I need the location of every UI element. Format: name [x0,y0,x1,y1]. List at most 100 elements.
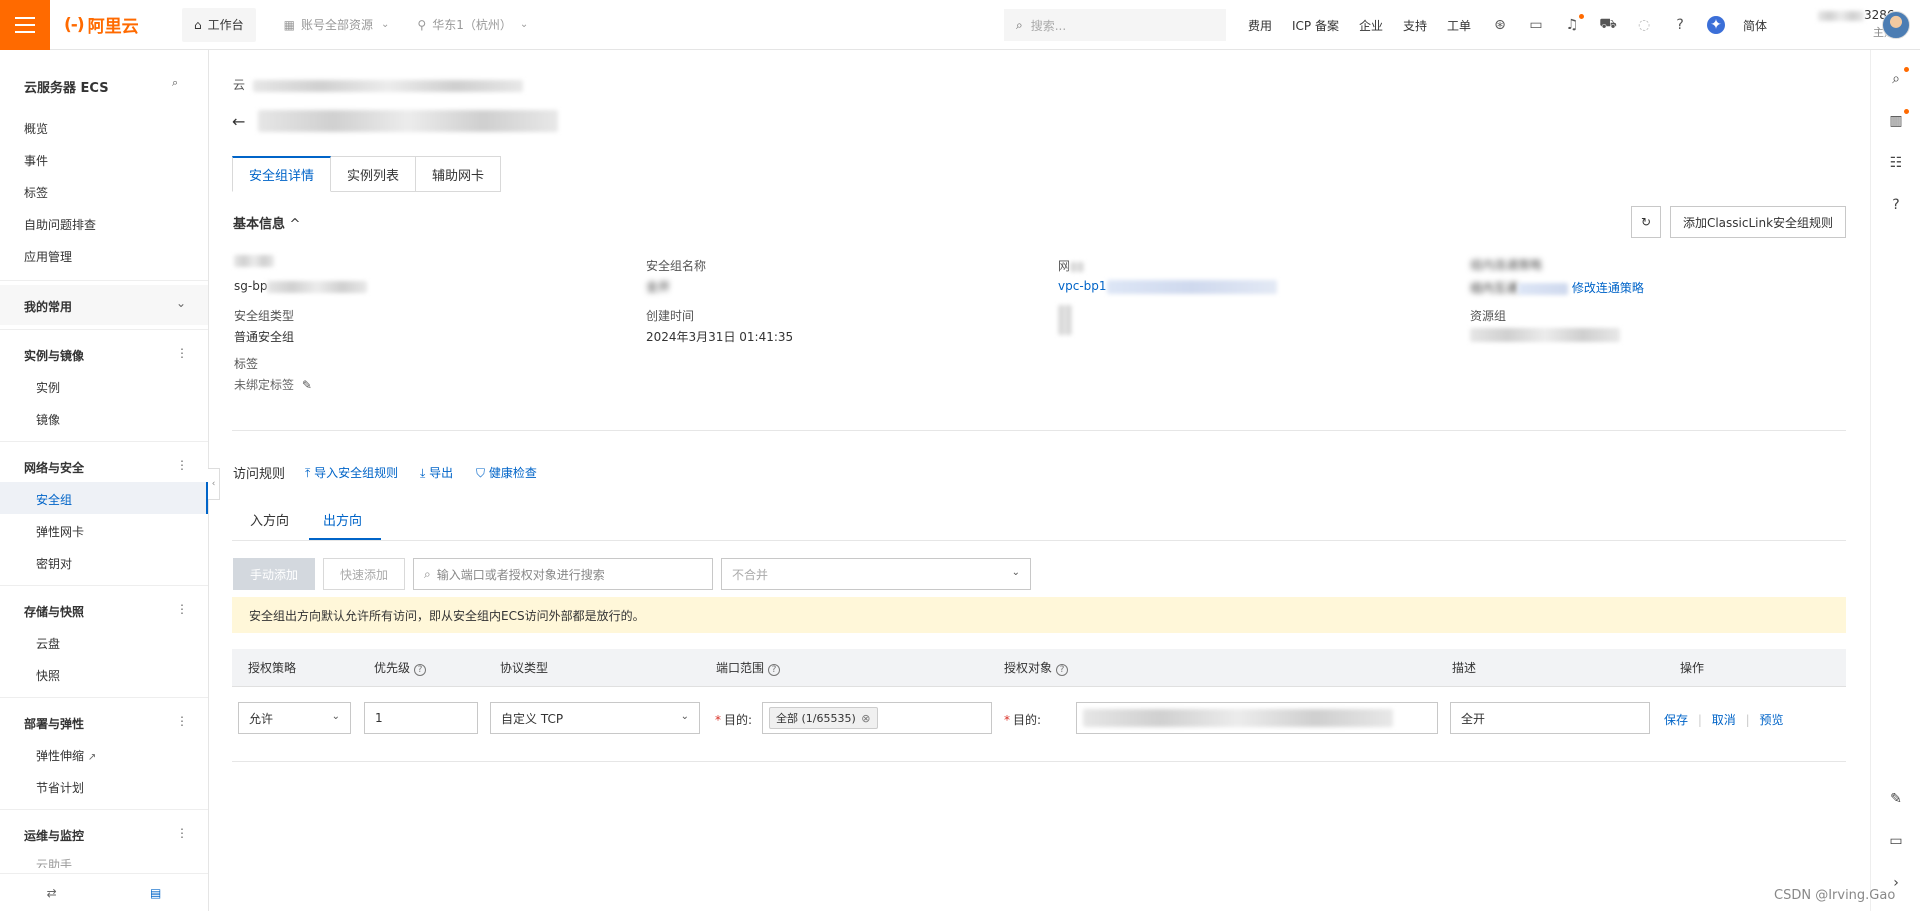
sidebar-active-indicator [0,482,208,514]
sidebar-item-disk[interactable]: 云盘 [36,635,60,652]
intra-group-value: 组内互通 [1470,281,1519,295]
edit-icon[interactable]: ✎ [1887,790,1905,808]
more-icon[interactable]: ⋮ [176,826,188,840]
sidebar-item-snapshot[interactable]: 快照 [36,667,60,684]
col-port-label: 端口范围 [716,661,765,675]
sidebar-item-troubleshoot[interactable]: 自助问题排查 [24,216,96,233]
sidebar-item-image[interactable]: 镜像 [36,411,60,428]
icp-link[interactable]: ICP 备案 [1292,17,1339,34]
created-label: 创建时间 [646,309,695,323]
help-icon[interactable]: ? [1056,664,1069,676]
preview-link[interactable]: 预览 [1759,713,1783,727]
merge-select[interactable]: 不合并 ⌄ [721,558,1031,590]
document-icon[interactable]: ▤ [150,886,161,900]
menu-button[interactable] [0,0,50,50]
ai-assistant-icon[interactable]: ✦ [1707,16,1726,34]
sidebar-group-storage[interactable]: 存储与快照 [24,603,84,620]
book-icon[interactable]: ▥ [1887,109,1909,130]
intra-group-policy: 组内互通 修改连通策略 [1470,279,1644,296]
sidebar-group-network[interactable]: 网络与安全 [24,459,84,476]
resource-selector[interactable]: ▦ 账号全部资源 ⌄ [284,16,390,33]
port-range-input[interactable]: 全部 (1/65535) ⊗ [762,702,992,734]
policy-select[interactable]: 允许 ⌄ [238,702,351,734]
support-link[interactable]: 支持 [1403,17,1427,34]
tab-instance-list[interactable]: 实例列表 [331,156,417,192]
basic-info-heading[interactable]: 基本信息 ^ [233,213,300,232]
chevron-down-icon: ⌄ [381,19,390,30]
fees-link[interactable]: 费用 [1248,17,1272,34]
search-icon[interactable]: ⌕ [1887,67,1909,88]
edit-icon[interactable]: ✎ [302,378,312,392]
terminal-icon[interactable]: ▭ [1527,16,1545,34]
global-search-input[interactable]: ⌕ 搜索... [1004,9,1226,41]
save-link[interactable]: 保存 [1664,713,1688,727]
more-icon[interactable]: ⋮ [176,714,188,728]
chevron-icon[interactable]: ⌄ [176,296,186,310]
external-link-icon: ↗ [87,752,97,763]
manual-add-button[interactable]: 手动添加 [233,558,315,590]
sidebar-item-cloud-assistant[interactable]: 云助手 [36,856,72,868]
breadcrumb-item[interactable]: 云 [233,78,245,92]
workbench-button[interactable]: ⌂ 工作台 [182,7,256,42]
enterprise-link[interactable]: 企业 [1359,17,1383,34]
modify-intra-policy-link[interactable]: 修改连通策略 [1572,281,1644,295]
search-icon[interactable]: ⌕ [172,76,178,90]
type-value: 普通安全组 [234,330,295,344]
sidebar-item-savings-plan[interactable]: 节省计划 [36,779,84,796]
bulb-icon[interactable]: ◌ [1635,16,1653,34]
tab-inbound[interactable]: 入方向 [250,510,289,529]
add-classiclink-button[interactable]: 添加ClassicLink安全组规则 [1670,206,1846,238]
sidebar-group-ops[interactable]: 运维与监控 [24,827,84,844]
description-input[interactable]: 全开 [1450,702,1650,734]
help-icon[interactable]: ? [768,664,781,676]
priority-input[interactable]: 1 [364,702,478,734]
sidebar-item-apps[interactable]: 应用管理 [24,248,72,265]
tab-security-group-detail[interactable]: 安全组详情 [232,156,332,192]
export-link[interactable]: ⤓ 导出 [420,464,453,481]
feedback-icon[interactable]: ▭ [1887,832,1905,850]
cancel-link[interactable]: 取消 [1712,713,1736,727]
ticket-link[interactable]: 工单 [1447,17,1471,34]
sidebar-item-eni[interactable]: 弹性网卡 [36,523,84,540]
protocol-select[interactable]: 自定义 TCP ⌄ [490,702,700,734]
swap-icon[interactable]: ⇄ [47,886,57,900]
region-selector[interactable]: ⚲ 华东1（杭州） ⌄ [417,16,528,33]
sidebar-item-autoscaling[interactable]: 弹性伸缩 ↗ [36,747,96,764]
service-icon[interactable]: ⊛ [1491,16,1509,34]
sidebar-favorites[interactable]: 我的常用 [24,298,72,315]
sidebar-group-deploy[interactable]: 部署与弹性 [24,715,84,732]
vpc-id[interactable]: vpc-bp1 [1058,279,1277,294]
breadcrumb: 云 [233,76,523,93]
sidebar-item-keypair[interactable]: 密钥对 [36,555,72,572]
logo[interactable]: (-) 阿里云 [64,12,176,38]
refresh-button[interactable]: ↻ [1631,206,1661,238]
port-dest-label: * 目的: [715,713,753,727]
sidebar-item-security-group[interactable]: 安全组 [36,491,72,508]
more-icon[interactable]: ⋮ [176,602,188,616]
sidebar-item-tags[interactable]: 标签 [24,184,48,201]
language-switch[interactable]: 简体 [1743,17,1767,34]
back-arrow-icon[interactable]: ← [232,112,245,131]
health-check-link[interactable]: ⛉ 健康检查 [476,464,537,481]
quick-add-button[interactable]: 快速添加 [323,558,405,590]
tab-outbound[interactable]: 出方向 [323,510,362,529]
bell-icon[interactable]: ♫ [1563,14,1585,34]
rules-search-input[interactable]: ⌕ 输入端口或者授权对象进行搜索 [413,558,713,590]
cart-icon[interactable]: ⛟ [1599,16,1617,34]
shield-icon: ⛉ [476,466,486,480]
auth-object-input[interactable] [1076,702,1438,734]
sidebar-item-events[interactable]: 事件 [24,152,48,169]
more-icon[interactable]: ⋮ [176,458,188,472]
close-icon[interactable]: ⊗ [861,712,870,725]
sidebar-item-instance[interactable]: 实例 [36,379,60,396]
import-rules-link[interactable]: ⤒ 导入安全组规则 [305,464,398,481]
sidebar-item-overview[interactable]: 概览 [24,120,48,137]
checklist-icon[interactable]: ☷ [1887,154,1905,172]
help-icon[interactable]: ? [414,664,427,676]
avatar[interactable] [1882,11,1910,39]
help-icon[interactable]: ? [1887,196,1905,214]
sidebar-group-instances[interactable]: 实例与镜像 [24,347,84,364]
help-icon[interactable]: ? [1671,16,1689,34]
tab-secondary-eni[interactable]: 辅助网卡 [416,156,502,192]
more-icon[interactable]: ⋮ [176,346,188,360]
